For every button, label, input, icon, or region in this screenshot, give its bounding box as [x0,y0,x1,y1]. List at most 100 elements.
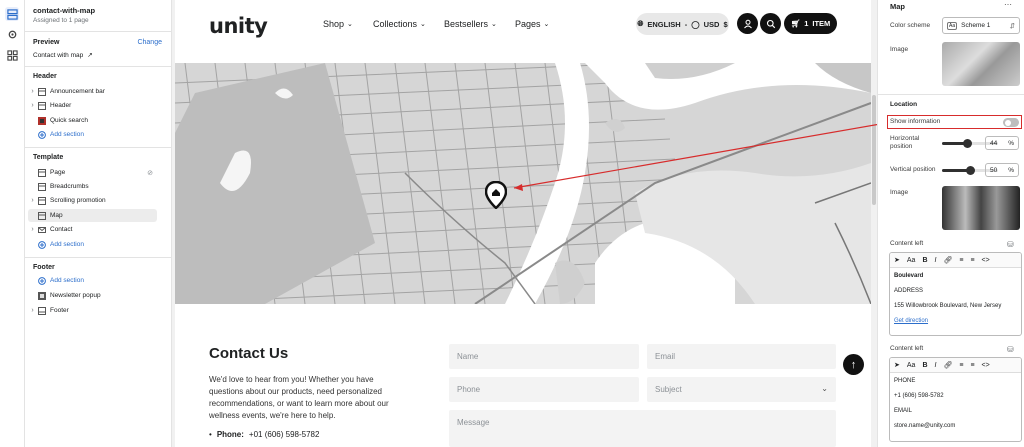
chevron-down-icon: ⌄ [420,21,426,28]
sidebar-item-page[interactable]: Page ⊘ [28,166,157,179]
user-icon [743,19,752,28]
show-information-toggle[interactable] [1003,118,1019,127]
get-direction-link[interactable]: Get direction [894,317,1017,325]
preview-heading: Preview [33,39,60,46]
horizontal-position-label: Horizontal position [890,135,920,150]
numbered-list-icon[interactable]: ≡ [970,362,974,369]
content-left-editor-2[interactable]: ➤ Aa B I 🔗︎ ≡ ≡ <> PHONE +1 (606) 598-57… [889,357,1022,442]
content-left-label-2: Content left [890,345,924,352]
chevron-right-icon[interactable]: › [28,307,37,314]
nav-shop[interactable]: Shop ⌄ [323,19,353,29]
template-group-heading: Template [33,154,64,161]
contact-title: Contact Us [209,345,289,362]
email-input[interactable]: Email [647,344,836,369]
horizontal-position-input[interactable]: 44% [985,136,1019,150]
apps-icon[interactable] [5,48,19,62]
nav-collections[interactable]: Collections ⌄ [373,19,426,29]
sidebar-item-newsletter-popup[interactable]: Newsletter popup [28,289,157,302]
chevron-right-icon[interactable]: › [28,102,37,109]
section-sidebar: contact-with-map Assigned to 1 page Prev… [25,0,172,447]
search-button[interactable] [760,13,781,34]
layout-icon [37,211,46,220]
vertical-position-input[interactable]: 50% [985,163,1019,177]
locale-selector[interactable]: 🌐︎ ENGLISH - ◯ USD $ [636,13,729,35]
layout-icon [37,101,46,110]
currency-icon: ◯ [691,19,700,29]
bullet-list-icon[interactable]: ≡ [959,362,963,369]
bullet-list-icon[interactable]: ≡ [959,257,963,264]
numbered-list-icon[interactable]: ≡ [970,257,974,264]
location-image-thumbnail[interactable] [942,186,1020,230]
more-options-icon[interactable]: ⋯ [1004,0,1012,9]
layout-icon [37,168,46,177]
change-preview-link[interactable]: Change [137,39,162,46]
sections-icon[interactable] [5,7,19,21]
hidden-eye-icon[interactable]: ⊘ [147,169,153,177]
sidebar-item-quick-search[interactable]: Quick search [28,114,157,127]
add-section-header-button[interactable]: Add section [28,128,157,141]
color-scheme-label: Color scheme [890,22,931,29]
updown-icon: ⇵ [1009,22,1015,30]
add-section-footer-button[interactable]: Add section [28,274,157,287]
gear-icon[interactable] [5,27,19,41]
vertical-position-label: Vertical position [890,166,936,173]
map-image-thumbnail[interactable] [942,42,1020,86]
color-scheme-select[interactable]: Aa Scheme 1 ⇵ [942,17,1020,34]
sidebar-item-header[interactable]: › Header [28,99,157,112]
chevron-right-icon[interactable]: › [28,226,37,233]
account-button[interactable] [737,13,758,34]
cart-button[interactable]: 🛒︎ 1 ITEM [784,13,837,34]
preview-page-link[interactable]: Contact with map ↗ [33,51,93,60]
settings-panel: Map ⋯ Color scheme Aa Scheme 1 ⇵ Image L… [877,0,1024,447]
contact-phone: • Phone: +01 (606) 598-5782 [209,430,320,439]
chevron-down-icon: ⌄ [821,384,828,393]
store-logo[interactable]: unity [209,14,268,38]
preview-scrollbar[interactable] [872,95,876,205]
palette-icon: Aa [947,21,958,30]
scroll-to-top-button[interactable]: ↑ [843,354,864,375]
dynamic-source-icon[interactable]: ⛁ [1007,240,1015,249]
store-header: unity Shop ⌄ Collections ⌄ Bestsellers ⌄ Pa… [175,0,871,63]
plus-circle-icon [37,130,46,139]
chevron-right-icon[interactable]: › [28,88,37,95]
sidebar-item-scrolling-promotion[interactable]: › Scrolling promotion [28,194,157,207]
app-block-icon [37,116,46,125]
link-icon[interactable]: 🔗︎ [943,256,952,264]
image-label: Image [890,46,909,53]
phone-input[interactable]: Phone [449,377,639,402]
map-pin-icon[interactable] [485,181,507,209]
name-input[interactable]: Name [449,344,639,369]
arrow-up-icon: ↑ [850,358,857,371]
sidebar-item-announcement-bar[interactable]: › Announcement bar [28,85,157,98]
content-left-editor[interactable]: ➤ Aa B I 🔗︎ ≡ ≡ <> Boulevard ADDRESS 155… [889,252,1022,336]
panel-title: Map [890,2,905,11]
globe-icon: 🌐︎ [637,19,644,28]
content-left-label: Content left [890,240,924,247]
header-group-heading: Header [33,73,57,80]
plus-circle-icon [37,276,46,285]
chevron-down-icon: ⌄ [543,21,550,28]
nav-pages[interactable]: Pages ⌄ [515,19,549,29]
sidebar-item-breadcrumbs[interactable]: Breadcrumbs [28,180,157,193]
format-icon[interactable]: ➤ [894,361,900,369]
add-section-template-button[interactable]: Add section [28,238,157,251]
chevron-right-icon[interactable]: › [28,197,37,204]
dynamic-source-icon[interactable]: ⛁ [1007,345,1015,354]
editor-toolbar: ➤ Aa B I 🔗︎ ≡ ≡ <> [890,253,1021,268]
sidebar-item-footer[interactable]: › Footer [28,304,157,317]
sidebar-item-map[interactable]: Map [28,209,157,222]
layout-icon [37,182,46,191]
message-textarea[interactable]: Message [449,410,836,447]
nav-bestsellers[interactable]: Bestsellers ⌄ [444,19,497,29]
sidebar-item-contact[interactable]: › Contact [28,223,157,236]
format-icon[interactable]: ➤ [894,256,900,264]
external-link-icon: ↗ [87,52,93,59]
app-block-icon [37,291,46,300]
layout-icon [37,306,46,315]
code-icon[interactable]: <> [982,257,990,264]
link-icon[interactable]: 🔗︎ [943,361,952,369]
code-icon[interactable]: <> [982,362,990,369]
subject-select[interactable]: Subject ⌄ [647,377,836,402]
map-section[interactable] [175,63,871,304]
editor-toolbar: ➤ Aa B I 🔗︎ ≡ ≡ <> [890,358,1021,373]
